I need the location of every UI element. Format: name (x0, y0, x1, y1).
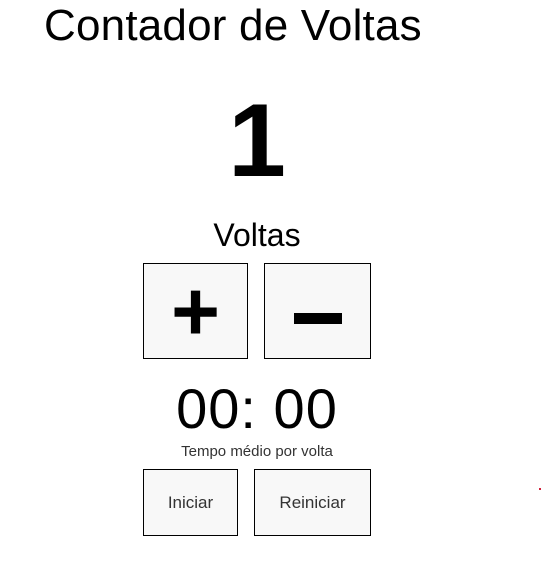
lap-count-value: 1 (228, 83, 286, 199)
minus-icon (293, 312, 342, 324)
lap-count-label: Voltas (213, 217, 301, 253)
average-lap-time-label: Tempo médio por volta (181, 443, 333, 460)
average-lap-time: 00: 00 (176, 377, 338, 440)
stray-dot (539, 488, 541, 490)
restart-button[interactable]: Reiniciar (254, 469, 371, 536)
decrement-button[interactable] (264, 263, 371, 359)
start-button[interactable]: Iniciar (143, 469, 238, 536)
app-title: Contador de Voltas (44, 1, 422, 50)
increment-button[interactable]: + (143, 263, 248, 359)
lap-counter-app: Contador de Voltas 1 Voltas + 00: 00 Tem… (0, 0, 542, 571)
plus-icon: + (170, 264, 221, 358)
